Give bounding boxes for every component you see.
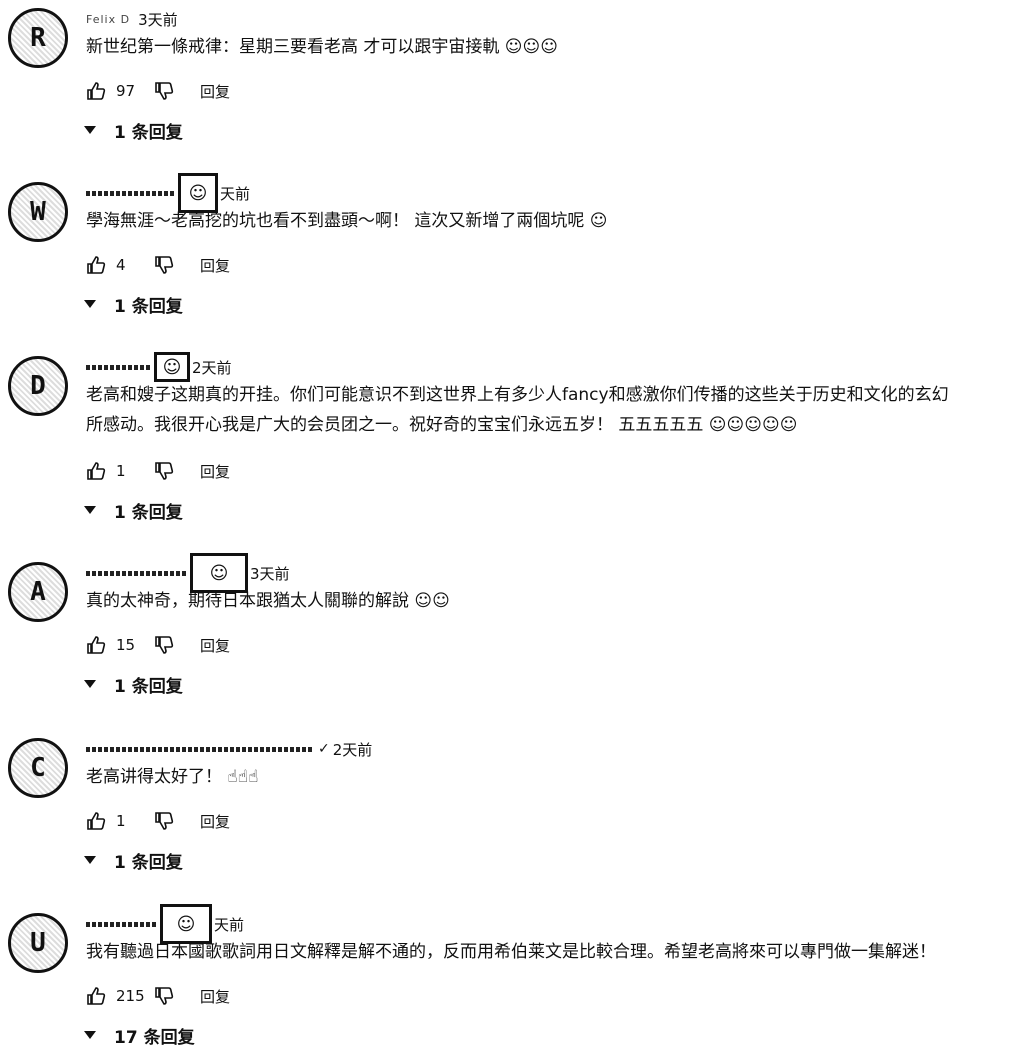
avatar[interactable]: D — [8, 356, 68, 416]
view-replies-button[interactable]: 1 条回复 — [84, 670, 183, 698]
caret-down-icon — [84, 300, 96, 308]
comment-thread: R Felix D 3天前 新世纪第一條戒律：星期三要看老高 才可以跟宇宙接軌 … — [0, 0, 1032, 174]
comment-thread: U ☺ 天前 我有聽過日本國歌歌詞用日文解釋是解不通的，反而用希伯莱文是比較合理… — [0, 904, 1032, 1052]
view-replies-button[interactable]: 1 条回复 — [84, 290, 183, 318]
avatar[interactable]: W — [8, 182, 68, 242]
thumbs-down-icon[interactable] — [154, 811, 174, 831]
comment-time[interactable]: 天前 — [214, 914, 244, 935]
view-replies-button[interactable]: 17 条回复 — [84, 1021, 195, 1049]
replies-label: 1 条回复 — [114, 296, 183, 317]
caret-down-icon — [84, 126, 96, 134]
thumbs-down-icon[interactable] — [154, 635, 174, 655]
comment-header: ☺ 天前 — [86, 904, 244, 944]
comment-actions: 97 回复 — [86, 77, 230, 105]
replies-label: 17 条回复 — [114, 1027, 195, 1048]
comment-line: 我有聽過日本國歌歌詞用日文解釋是解不通的，反而用希伯莱文是比較合理。希望老高將來… — [86, 942, 936, 962]
view-replies-button[interactable]: 1 条回复 — [84, 496, 183, 524]
thumbs-down-icon[interactable] — [154, 255, 174, 275]
comment-thread: W ☺ 天前 學海無涯～老高挖的坑也看不到盡頭～啊！ 這次又新增了兩個坑呢 ☺ … — [0, 173, 1032, 348]
view-replies-button[interactable]: 1 条回复 — [84, 116, 183, 144]
author-name[interactable] — [86, 746, 314, 752]
replies-label: 1 条回复 — [114, 122, 183, 143]
avatar[interactable]: A — [8, 562, 68, 622]
comment-actions: 1 回复 — [86, 457, 230, 485]
comment-actions: 1 回复 — [86, 807, 230, 835]
author-name[interactable] — [86, 570, 186, 576]
comment-header: Felix D 3天前 — [86, 6, 178, 32]
avatar[interactable]: R — [8, 8, 68, 68]
comment-header: ✓ 2天前 — [86, 736, 372, 762]
comment-line: 新世纪第一條戒律：星期三要看老高 才可以跟宇宙接軌 ☺☺☺ — [86, 37, 558, 57]
caret-down-icon — [84, 1031, 96, 1039]
author-name[interactable] — [86, 364, 150, 370]
comment-time[interactable]: 2天前 — [192, 357, 232, 378]
comment-thread: A ☺ 3天前 真的太神奇，期待日本跟猶太人關聯的解說 ☺☺ 15 回复 1 条… — [0, 553, 1032, 728]
thumbs-up-icon[interactable] — [86, 811, 106, 831]
reply-button[interactable]: 回复 — [200, 986, 230, 1007]
like-count: 4 — [116, 256, 126, 274]
replies-label: 1 条回复 — [114, 502, 183, 523]
comment-actions: 4 回复 — [86, 251, 230, 279]
caret-down-icon — [84, 680, 96, 688]
replies-label: 1 条回复 — [114, 852, 183, 873]
reply-button[interactable]: 回复 — [200, 461, 230, 482]
member-badge-icon: ☺ — [154, 352, 190, 382]
comment-line: 老高讲得太好了！ ☝☝☝ — [86, 767, 259, 787]
comment-text: 老高和嫂子这期真的开挂。你们可能意识不到这世界上有多少人fancy和感激你们传播… — [86, 380, 1032, 440]
view-replies-button[interactable]: 1 条回复 — [84, 846, 183, 874]
comment-text: 我有聽過日本國歌歌詞用日文解釋是解不通的，反而用希伯莱文是比較合理。希望老高將來… — [86, 937, 1032, 967]
reply-button[interactable]: 回复 — [200, 635, 230, 656]
thumbs-up-icon[interactable] — [86, 461, 106, 481]
author-name[interactable] — [86, 190, 174, 196]
reply-button[interactable]: 回复 — [200, 81, 230, 102]
comment-actions: 15 回复 — [86, 631, 230, 659]
like-count: 97 — [116, 82, 136, 100]
thumbs-down-icon[interactable] — [154, 81, 174, 101]
comment-header: ☺ 3天前 — [86, 553, 290, 593]
like-count: 1 — [116, 812, 126, 830]
avatar[interactable]: U — [8, 913, 68, 973]
comment-time[interactable]: 2天前 — [333, 739, 373, 760]
comment-line: 真的太神奇，期待日本跟猶太人關聯的解說 ☺☺ — [86, 591, 450, 611]
thumbs-down-icon[interactable] — [154, 986, 174, 1006]
comment-header: ☺ 2天前 — [86, 352, 232, 382]
comment-thread: D ☺ 2天前 老高和嫂子这期真的开挂。你们可能意识不到这世界上有多少人fanc… — [0, 348, 1032, 554]
thumbs-up-icon[interactable] — [86, 255, 106, 275]
comment-text: 真的太神奇，期待日本跟猶太人關聯的解說 ☺☺ — [86, 586, 1032, 616]
author-name[interactable]: Felix D — [86, 13, 130, 26]
caret-down-icon — [84, 856, 96, 864]
like-count: 215 — [116, 987, 145, 1005]
thumbs-up-icon[interactable] — [86, 635, 106, 655]
replies-label: 1 条回复 — [114, 676, 183, 697]
thumbs-up-icon[interactable] — [86, 986, 106, 1006]
comment-thread: C ✓ 2天前 老高讲得太好了！ ☝☝☝ 1 回复 1 条回复 — [0, 730, 1032, 904]
reply-button[interactable]: 回复 — [200, 811, 230, 832]
thumbs-down-icon[interactable] — [154, 461, 174, 481]
comment-line: 學海無涯～老高挖的坑也看不到盡頭～啊！ 這次又新增了兩個坑呢 ☺ — [86, 211, 608, 231]
comment-time[interactable]: 3天前 — [138, 9, 178, 30]
like-count: 1 — [116, 462, 126, 480]
comment-header: ☺ 天前 — [86, 173, 250, 213]
thumbs-up-icon[interactable] — [86, 81, 106, 101]
caret-down-icon — [84, 506, 96, 514]
avatar[interactable]: C — [8, 738, 68, 798]
comment-text: 新世纪第一條戒律：星期三要看老高 才可以跟宇宙接軌 ☺☺☺ — [86, 32, 1032, 62]
comment-time[interactable]: 3天前 — [250, 563, 290, 584]
author-name[interactable] — [86, 921, 156, 927]
like-count: 15 — [116, 636, 136, 654]
comment-text: 學海無涯～老高挖的坑也看不到盡頭～啊！ 這次又新增了兩個坑呢 ☺ — [86, 206, 1032, 236]
comment-actions: 215 回复 — [86, 982, 230, 1010]
verified-check-icon: ✓ — [318, 741, 330, 757]
comment-text: 老高讲得太好了！ ☝☝☝ — [86, 762, 1032, 792]
comment-line: 老高和嫂子这期真的开挂。你们可能意识不到这世界上有多少人fancy和感激你们传播… — [86, 385, 949, 405]
reply-button[interactable]: 回复 — [200, 255, 230, 276]
comment-time[interactable]: 天前 — [220, 183, 250, 204]
comment-line: 所感动。我很开心我是广大的会员团之一。祝好奇的宝宝们永远五岁！ 五五五五五 ☺☺… — [86, 415, 798, 435]
